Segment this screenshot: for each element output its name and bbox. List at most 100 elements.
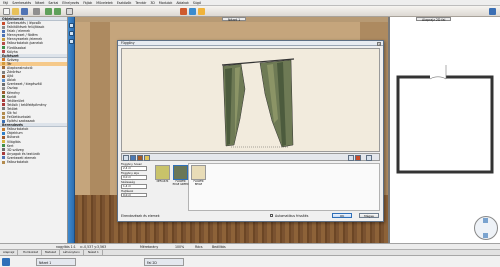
bottom-input[interactable]: 0,0 m — [121, 175, 147, 180]
save-icon[interactable] — [21, 7, 28, 15]
menu-placement[interactable]: Elhelyezés — [62, 1, 79, 5]
curtain-parameters: Függöny hossz 2,4 m Függöny alja 0,0 m S… — [121, 162, 153, 212]
swatch-label: DEFAULT4 — [156, 180, 169, 183]
foundation-icon — [2, 66, 5, 70]
menu-help[interactable]: Súgó — [193, 1, 201, 5]
section-label: Elrendezések és elemek — [121, 214, 160, 218]
curtain-preview[interactable] — [121, 48, 380, 152]
2d-plan-view[interactable]: Alaprajz 2D fal — [388, 17, 500, 243]
door-icon — [2, 74, 5, 78]
garden-icon — [2, 144, 5, 148]
object-icon — [2, 131, 5, 135]
width-input[interactable]: 1,4 m — [121, 184, 147, 189]
menu-windows[interactable]: Ablakok — [176, 1, 189, 5]
select-icon[interactable] — [66, 7, 73, 15]
undo-icon[interactable] — [45, 7, 52, 15]
light-icon[interactable] — [144, 155, 150, 161]
category-strip — [68, 17, 75, 243]
zoom-out-icon[interactable] — [483, 233, 488, 238]
close-icon[interactable]: × — [377, 41, 381, 46]
sidebar-item[interactable]: Falburkolatok — [0, 160, 67, 164]
chimney-icon — [2, 91, 5, 95]
structure-icon — [2, 82, 5, 86]
railing-icon — [2, 95, 5, 99]
menu-3d[interactable]: 3D — [150, 1, 154, 5]
auto-refresh-label: Automatikus frissítés — [275, 214, 309, 218]
help-icon[interactable] — [489, 7, 496, 15]
light-icon — [2, 140, 5, 144]
taskbar-item-label: Nézet 1 — [39, 261, 52, 265]
roof-icon — [2, 99, 5, 103]
taskbar-item-wall[interactable]: Fal 2D — [144, 258, 184, 266]
color-icon[interactable] — [130, 155, 136, 161]
render-icon[interactable] — [198, 7, 205, 15]
cancel-button[interactable]: Mégse — [359, 213, 379, 218]
taskbar-item-label: Fal 2D — [147, 261, 157, 265]
menu-library[interactable]: Tervtár — [135, 1, 146, 5]
new-file-icon[interactable] — [3, 7, 10, 15]
object-sidebar: Objektumok Szerkesztés / lépcsők Falkitö… — [0, 17, 68, 243]
panel-icon — [2, 42, 5, 46]
taskbar-item-view[interactable]: Nézet 1 — [36, 258, 76, 266]
wall-icon — [2, 29, 5, 33]
text-icon — [2, 58, 5, 62]
bath-icon — [2, 46, 5, 50]
closure-icon — [2, 70, 5, 74]
structural-icon — [2, 156, 5, 160]
cladding-icon — [2, 160, 5, 164]
length-input[interactable]: 2,4 m — [121, 166, 147, 171]
redo-icon[interactable] — [54, 7, 61, 15]
ok-button[interactable]: OK — [332, 213, 352, 218]
menu-operations[interactable]: Műveletek — [96, 1, 113, 5]
taskbar: Nézet 1 Fal 2D — [0, 255, 500, 267]
3d-view-icon[interactable] — [180, 7, 187, 15]
dialog-titlebar: Függöny × — [118, 41, 383, 46]
rotate-icon[interactable] — [355, 155, 361, 161]
texture-icon[interactable] — [137, 155, 143, 161]
room-icon — [2, 62, 5, 66]
3d-view-tab[interactable]: Nézet 1 — [222, 17, 247, 22]
swatch-label: FLOWER EDGE GREEN — [172, 180, 189, 186]
material-panel — [188, 163, 380, 211]
phase-icon — [2, 119, 5, 123]
layers-icon[interactable] — [69, 31, 74, 36]
material-swatch-flower-beige[interactable] — [191, 165, 206, 180]
material-icon — [2, 152, 5, 156]
menu-corners[interactable]: Sarkai — [48, 1, 58, 5]
catalog-icon[interactable] — [69, 23, 74, 28]
flat-wall-icon — [2, 111, 5, 115]
menu-file[interactable]: Fájl — [3, 1, 8, 5]
floor-plan — [396, 65, 494, 174]
dialog-footer: Elrendezések és elemek Automatikus friss… — [118, 213, 383, 221]
start-icon[interactable] — [2, 258, 10, 266]
roof-plane-icon — [2, 103, 5, 107]
material-swatch-flower-edge[interactable] — [173, 165, 188, 180]
auto-refresh-checkbox[interactable] — [270, 214, 273, 217]
stairs-icon — [2, 21, 5, 25]
column-icon — [2, 86, 5, 90]
settings-icon[interactable] — [366, 155, 372, 161]
stove-icon — [2, 50, 5, 54]
material-icon[interactable] — [123, 155, 129, 161]
menu-modules[interactable]: Modulok — [159, 1, 172, 5]
open-folder-icon[interactable] — [12, 7, 19, 15]
curtain-dialog: Függöny × Függöny hossz 2,4 m Függöny al… — [117, 40, 384, 222]
ceiling-element-icon — [2, 37, 5, 41]
menu-edit[interactable]: Szerkesztés — [12, 1, 31, 5]
print-icon[interactable] — [33, 7, 40, 15]
main-toolbar — [0, 6, 500, 17]
folds-input[interactable]: 0,0 m — [121, 193, 147, 198]
material-swatch-default[interactable] — [155, 165, 170, 180]
view-icon[interactable] — [348, 155, 354, 161]
properties-icon[interactable] — [69, 39, 74, 44]
menu-tools[interactable]: Eszközök — [117, 1, 132, 5]
surface-icon — [2, 115, 5, 119]
menu-files[interactable]: Fájlok — [83, 1, 92, 5]
walk-icon[interactable] — [189, 7, 196, 15]
zoom-in-icon[interactable] — [483, 218, 488, 223]
preview-toolbar — [121, 153, 380, 161]
swatch-label: FLOWER BEIGE — [193, 180, 204, 186]
menu-view[interactable]: Nézet — [35, 1, 44, 5]
text3d-icon — [2, 148, 5, 152]
ceiling-icon — [2, 33, 5, 37]
